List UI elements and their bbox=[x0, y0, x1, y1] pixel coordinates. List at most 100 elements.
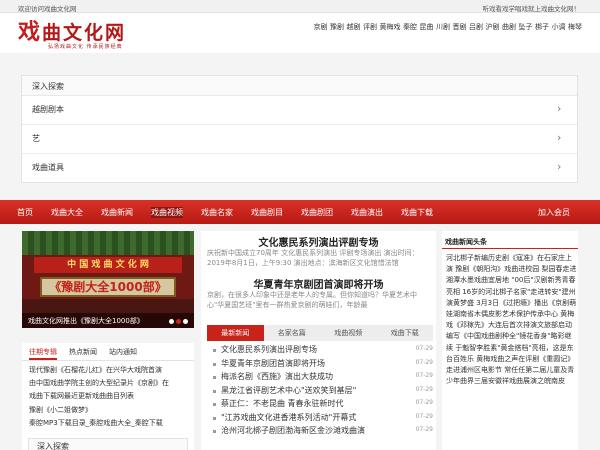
main-nav-items: 首页 戏曲大全 戏曲新闻 戏曲视频 戏曲名家 戏曲剧目 戏曲剧团 戏曲演出 戏曲下载 bbox=[17, 207, 451, 218]
genre-link[interactable]: 坠子 bbox=[519, 22, 533, 32]
headline-body[interactable]: 河北梆子新编历史剧《寇准》在石家庄上演 豫剧《朝阳沟》戏曲进校园 梨园春走进湘潭… bbox=[442, 249, 578, 387]
news-list: 文化惠民系列演出评剧专场 07-29 华夏青年京剧团首演即将开场 07-29 梅派名剧《… bbox=[211, 344, 433, 439]
featured-news: 文化惠民系列演出评剧专场 庆祝新中国成立70周年 文化惠民系列演出 评剧专场演出… bbox=[201, 231, 436, 450]
left-tab-panel: 往期专辑 热点新闻 站内通知 现代豫剧《石榴花儿红》在兴华大戏院首演 由中国戏曲学院… bbox=[22, 343, 194, 450]
tab[interactable]: 名家名篇 bbox=[264, 325, 321, 341]
news-item[interactable]: 黑龙江省评剧艺术中心"送欢笑到基层" 07-29 bbox=[211, 385, 433, 399]
genre-link[interactable]: 小调 bbox=[552, 22, 566, 32]
news-item[interactable]: 华夏青年京剧团首演即将开场 07-29 bbox=[211, 358, 433, 372]
main-nav-item[interactable]: 戏曲视频 bbox=[151, 207, 183, 218]
center-tabs: 最新新闻 名家名篇 戏曲视频 戏曲下载 bbox=[207, 325, 433, 341]
genre-link[interactable]: 川剧 bbox=[436, 22, 450, 32]
logo-mark: 戏 bbox=[18, 19, 41, 45]
welcome-text: 欢迎访问戏曲文化网 bbox=[18, 5, 77, 13]
main-nav-item[interactable]: 首页 bbox=[17, 207, 33, 218]
banner-sign-subtitle: 《豫剧大全1000部》 bbox=[40, 277, 176, 297]
news-item[interactable]: 蔡正仁：不老昆曲 青春永驻新时代 07-29 bbox=[211, 398, 433, 412]
genre-nav: 京剧 豫剧 越剧 评剧 黄梅戏 秦腔 昆曲 川剧 晋剧 吕剧 沪剧 曲剧 坠子 梆子 小调 梅琴 bbox=[311, 22, 583, 32]
list-item[interactable]: 秦腔MP3下载目录_秦腔戏曲大全_秦腔下载 bbox=[29, 417, 194, 430]
slider-dots bbox=[167, 319, 188, 324]
news-title: 梅派名剧《西施》演出大获成功 bbox=[221, 372, 333, 381]
site-logo[interactable]: 戏 曲文化网 弘扬戏曲文化 传承民族经典 bbox=[18, 17, 178, 51]
explore-item[interactable]: 戏曲道具 › bbox=[22, 154, 577, 183]
main-nav-item[interactable]: 戏曲大全 bbox=[51, 207, 83, 218]
banner-slider[interactable]: 中 国 戏 曲 文 化 网 《豫剧大全1000部》 戏曲文化网推出《豫剧大全10… bbox=[22, 231, 194, 328]
explore-panel: 深入探索 越剧剧本 › 艺 › 戏曲道具 › bbox=[21, 75, 578, 183]
news-item[interactable]: 沧州河北梆子剧团渤海新区金沙滩戏曲演 07-29 bbox=[211, 425, 433, 439]
main-nav-item[interactable]: 戏曲演出 bbox=[351, 207, 383, 218]
tab[interactable]: 戏曲视频 bbox=[320, 325, 377, 341]
news-date: 07-29 bbox=[415, 358, 433, 366]
genre-link[interactable]: 晋剧 bbox=[453, 22, 467, 32]
chevron-right-icon: › bbox=[557, 131, 562, 144]
tab[interactable]: 最新新闻 bbox=[207, 325, 264, 341]
genre-link[interactable]: 沪剧 bbox=[486, 22, 500, 32]
tab[interactable]: 站内通知 bbox=[109, 347, 137, 360]
news-title: "江苏戏曲文化进香港系列活动"开幕式 bbox=[221, 412, 357, 422]
list-item[interactable]: 戏曲下载网最近更新戏曲曲目列表 bbox=[29, 390, 194, 403]
explore-item[interactable]: 艺 › bbox=[22, 125, 577, 154]
logo-slogan: 弘扬戏曲文化 传承民族经典 bbox=[48, 44, 123, 50]
genre-link[interactable]: 越剧 bbox=[347, 22, 361, 32]
main-nav-item[interactable]: 戏曲新闻 bbox=[101, 207, 133, 218]
list-item[interactable]: 现代豫剧《石榴花儿红》在兴华大戏院首演 bbox=[29, 364, 194, 377]
genre-link[interactable]: 梆子 bbox=[535, 22, 549, 32]
genre-link[interactable]: 梅琴 bbox=[568, 22, 582, 32]
side-explore-header: 深入探索 bbox=[28, 438, 188, 450]
chevron-right-icon: › bbox=[557, 160, 562, 173]
news-date: 07-29 bbox=[415, 412, 433, 420]
chevron-right-icon: › bbox=[557, 102, 562, 115]
headline-panel: 戏曲新闻头条 河北梆子新编历史剧《寇准》在石家庄上演 豫剧《朝阳沟》戏曲进校园 … bbox=[442, 231, 578, 450]
news-title: 文化惠民系列演出评剧专场 bbox=[221, 345, 317, 354]
main-nav-item[interactable]: 戏曲剧团 bbox=[301, 207, 333, 218]
slider-dot[interactable] bbox=[169, 319, 174, 324]
news-item[interactable]: "江苏戏曲文化进香港系列活动"开幕式 07-29 bbox=[211, 412, 433, 426]
list-item[interactable]: 由中国戏曲学院主创的大型纪录片《京剧》在 bbox=[29, 377, 194, 390]
news-date: 07-29 bbox=[415, 345, 433, 352]
tab[interactable]: 往期专辑 bbox=[29, 347, 57, 360]
news-item[interactable]: 梅派名剧《西施》演出大获成功 07-29 bbox=[211, 371, 433, 385]
news-title: 蔡正仁：不老昆曲 青春永驻新时代 bbox=[221, 399, 344, 408]
featured-title[interactable]: 华夏青年京剧团首演即将开场 bbox=[201, 276, 436, 291]
slider-dot[interactable] bbox=[183, 319, 188, 324]
join-member-link[interactable]: 加入会员 bbox=[538, 207, 570, 218]
explore-item-label: 艺 bbox=[32, 134, 40, 143]
news-item[interactable]: 文化惠民系列演出评剧专场 07-29 bbox=[211, 344, 433, 358]
headline-header: 戏曲新闻头条 bbox=[442, 231, 578, 249]
news-date: 07-29 bbox=[415, 372, 433, 379]
featured-desc: 京剧，在很多人印象中还是老年人的专属。但你知道吗？华夏艺术中心"华夏国艺班"里有… bbox=[207, 291, 417, 309]
news-date: 07-29 bbox=[415, 426, 433, 433]
news-title: 黑龙江省评剧艺术中心"送欢笑到基层" bbox=[221, 385, 357, 395]
tab[interactable]: 戏曲下载 bbox=[377, 325, 434, 341]
slider-dot[interactable] bbox=[176, 319, 181, 324]
left-tabs: 往期专辑 热点新闻 站内通知 bbox=[22, 343, 194, 361]
featured-title[interactable]: 文化惠民系列演出评剧专场 bbox=[201, 234, 436, 249]
top-bar: 欢迎访问戏曲文化网 听戏看戏学唱戏就上戏曲文化网！ bbox=[0, 0, 600, 13]
logo-title: 曲文化网 bbox=[42, 22, 127, 44]
genre-link[interactable]: 豫剧 bbox=[330, 22, 344, 32]
featured-desc: 庆祝新中国成立70周年 文化惠民系列演出 评剧专场演出 演出时间：2019年8月… bbox=[207, 249, 419, 267]
main-nav-item[interactable]: 戏曲名家 bbox=[201, 207, 233, 218]
genre-link[interactable]: 秦腔 bbox=[403, 22, 417, 32]
banner-sign-title: 中 国 戏 曲 文 化 网 bbox=[34, 257, 182, 273]
genre-link[interactable]: 昆曲 bbox=[420, 22, 434, 32]
list-item[interactable]: 豫剧《小二姐做梦》 bbox=[29, 404, 194, 417]
genre-link[interactable]: 黄梅戏 bbox=[380, 22, 401, 32]
genre-link[interactable]: 吕剧 bbox=[469, 22, 483, 32]
explore-item[interactable]: 越剧剧本 › bbox=[22, 96, 577, 125]
news-title: 沧州河北梆子剧团渤海新区金沙滩戏曲演 bbox=[221, 426, 365, 435]
news-date: 07-29 bbox=[415, 385, 433, 393]
genre-link[interactable]: 京剧 bbox=[314, 22, 328, 32]
slogan-link[interactable]: 听戏看戏学唱戏就上戏曲文化网！ bbox=[483, 3, 581, 13]
news-date: 07-29 bbox=[415, 399, 433, 406]
genre-link[interactable]: 评剧 bbox=[363, 22, 377, 32]
tab[interactable]: 热点新闻 bbox=[69, 347, 97, 360]
explore-item-label: 戏曲道具 bbox=[32, 163, 64, 172]
news-title: 华夏青年京剧团首演即将开场 bbox=[221, 358, 325, 368]
site-header: 戏 曲文化网 弘扬戏曲文化 传承民族经典 京剧 豫剧 越剧 评剧 黄梅戏 秦腔 昆曲 川剧 晋剧… bbox=[0, 13, 600, 53]
banner-roof-image bbox=[22, 231, 194, 255]
genre-link[interactable]: 曲剧 bbox=[502, 22, 516, 32]
left-tab-list: 现代豫剧《石榴花儿红》在兴华大戏院首演 由中国戏曲学院主创的大型纪录片《京剧》在… bbox=[22, 361, 194, 430]
main-nav-item[interactable]: 戏曲下载 bbox=[401, 207, 433, 218]
main-nav-item[interactable]: 戏曲剧目 bbox=[251, 207, 283, 218]
